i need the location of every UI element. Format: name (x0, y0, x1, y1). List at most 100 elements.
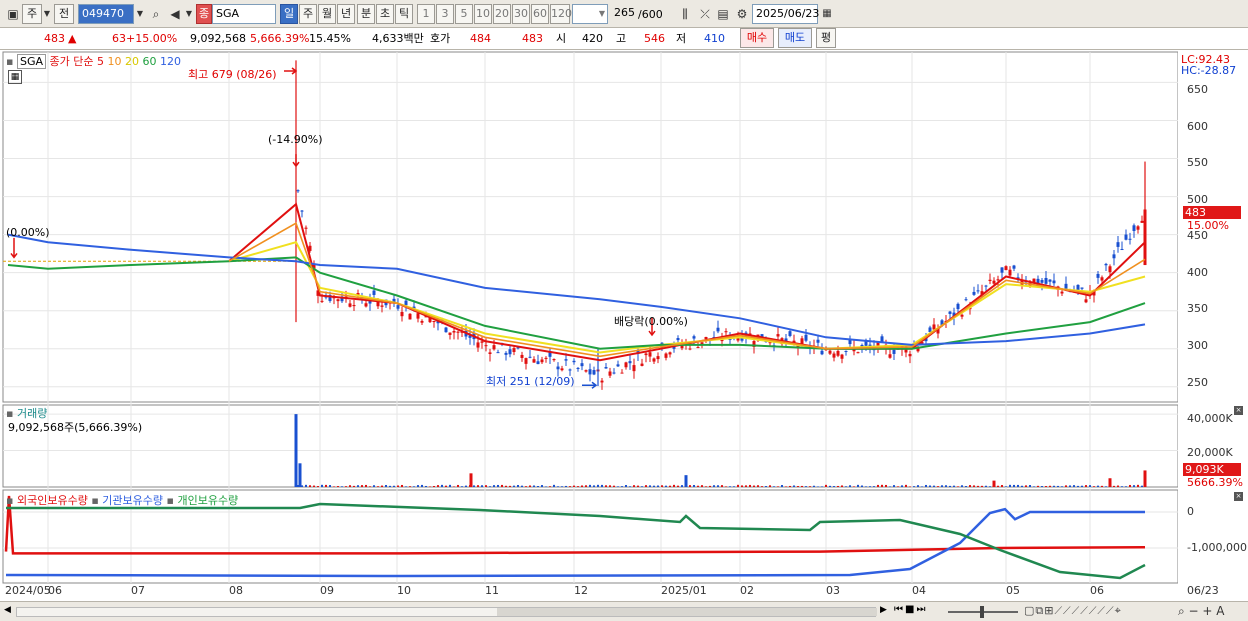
zoom-slider[interactable] (948, 606, 1018, 618)
period-second[interactable]: 초 (376, 4, 394, 24)
count-input[interactable]: 265 (610, 4, 638, 24)
volume-bar (773, 486, 775, 487)
volume-bar (441, 484, 443, 487)
zoom-tools[interactable]: ⌕ − + A (1178, 604, 1224, 619)
drawing-tools[interactable]: ▢⧉⊞⟋⟋⟋⟋⟋⟋⟋⌖ (1024, 604, 1122, 618)
mode-icon[interactable]: 종 (196, 4, 212, 24)
tick-5[interactable]: 5 (455, 4, 473, 24)
period-day[interactable]: 일 (280, 4, 298, 24)
volume-bar (641, 486, 643, 487)
candle-body (656, 356, 660, 360)
volume-bar (1133, 485, 1135, 487)
stock-code-input[interactable]: 049470 (78, 4, 134, 24)
volume-bar (377, 486, 379, 487)
volume-bar (525, 486, 527, 487)
buy-button[interactable]: 매수 (740, 28, 774, 48)
table-icon[interactable]: ▦ (8, 70, 22, 84)
ma-5: 5 (96, 55, 104, 68)
candle-body (1060, 291, 1064, 294)
playback-controls[interactable]: ⏮■⏭ (894, 604, 927, 615)
scrollbar-track[interactable] (16, 607, 877, 617)
period-tick[interactable]: 틱 (395, 4, 413, 24)
scrollbar-thumb[interactable] (497, 608, 877, 616)
price-change: 63 (112, 32, 126, 45)
pct-annotation-2: (0.00%) (6, 226, 50, 239)
volume-bar (825, 484, 827, 487)
volume-bar (861, 485, 863, 487)
candle-body (1140, 220, 1144, 223)
candle-body (964, 299, 968, 301)
volume-bar (1057, 485, 1059, 487)
tick-1[interactable]: 1 (417, 4, 435, 24)
candle-body (480, 341, 484, 343)
tick-120[interactable]: 120 (550, 4, 572, 24)
x-tick: 03 (826, 584, 840, 597)
line-tool-icon[interactable]: ⤫ (696, 4, 714, 24)
candle-body (556, 366, 560, 370)
symbol-label: SGA (16, 54, 46, 69)
period-month[interactable]: 월 (318, 4, 336, 24)
pct-annotation-1: (-14.90%) (268, 133, 323, 146)
calendar-icon[interactable]: ▦ (818, 4, 836, 24)
volume-bar (929, 485, 931, 487)
foreign-label: 외국인보유수량 (16, 494, 88, 507)
candle-body (320, 300, 324, 302)
chevron-down-icon[interactable]: ▼ (42, 4, 52, 24)
tick-30[interactable]: 30 (512, 4, 530, 24)
candle-body (844, 350, 848, 352)
tick-10[interactable]: 10 (474, 4, 492, 24)
candle-body (1004, 266, 1008, 271)
period-year[interactable]: 년 (337, 4, 355, 24)
volume-bar (1005, 486, 1007, 487)
volume-bar (461, 486, 463, 487)
tick-60[interactable]: 60 (531, 4, 549, 24)
gear-icon[interactable]: ⚙ (733, 4, 751, 24)
volume-bar (1105, 486, 1107, 487)
candle-body (864, 341, 868, 346)
candle-body (988, 279, 992, 281)
holding-legend: ▪ 외국인보유수량 ▪ 기관보유수량 ▪ 개인보유수량 (6, 492, 238, 508)
chevron-down-icon[interactable]: ▼ (184, 4, 194, 24)
speaker-icon[interactable]: ◀ (166, 4, 184, 24)
scroll-left-icon[interactable]: ◀ (4, 605, 11, 615)
volume-bar (841, 485, 843, 487)
volume-bar (649, 485, 651, 487)
volume-bar (893, 485, 895, 487)
close-icon[interactable]: × (1234, 492, 1243, 501)
sell-button[interactable]: 매도 (778, 28, 812, 48)
volume-bar (409, 486, 411, 487)
candle-body (1112, 254, 1116, 259)
volume-bar (705, 486, 707, 487)
volume-bar (389, 485, 391, 487)
period-unit-button[interactable]: 주 (22, 4, 42, 24)
date-input[interactable]: 2025/06/23 (752, 4, 819, 24)
window-icon[interactable]: ▣ (4, 4, 22, 24)
volume-bar (881, 484, 883, 487)
tick-3[interactable]: 3 (436, 4, 454, 24)
volume-bar (513, 485, 515, 487)
hoga-label: 호가 (430, 32, 451, 45)
volume-bar (745, 485, 747, 487)
candle-icon[interactable]: ⫼ (676, 4, 694, 24)
ma-20: 20 (124, 55, 139, 68)
candle-body (476, 342, 480, 348)
candle-body (644, 353, 648, 356)
volume-bar (633, 485, 635, 487)
tick-20[interactable]: 20 (493, 4, 511, 24)
zoom-slider-handle[interactable] (980, 606, 984, 618)
volume-bar (789, 485, 791, 487)
prev-button[interactable]: 전 (54, 4, 74, 24)
chevron-down-icon[interactable]: ▼ (134, 4, 146, 24)
x-tick: 2024/05 (5, 584, 51, 597)
save-icon[interactable]: ▤ (714, 4, 732, 24)
candle-body (492, 345, 496, 350)
close-icon[interactable]: × (1234, 406, 1243, 415)
volume-bar (833, 486, 835, 487)
period-week[interactable]: 주 (299, 4, 317, 24)
custom-tick-select[interactable]: ▼ (572, 4, 608, 24)
search-icon[interactable]: ⌕ (147, 4, 165, 24)
period-minute[interactable]: 분 (357, 4, 375, 24)
scroll-right-icon[interactable]: ▶ (880, 605, 887, 615)
avg-button[interactable]: 평 (816, 28, 836, 48)
stock-name-field[interactable]: SGA (212, 4, 276, 24)
